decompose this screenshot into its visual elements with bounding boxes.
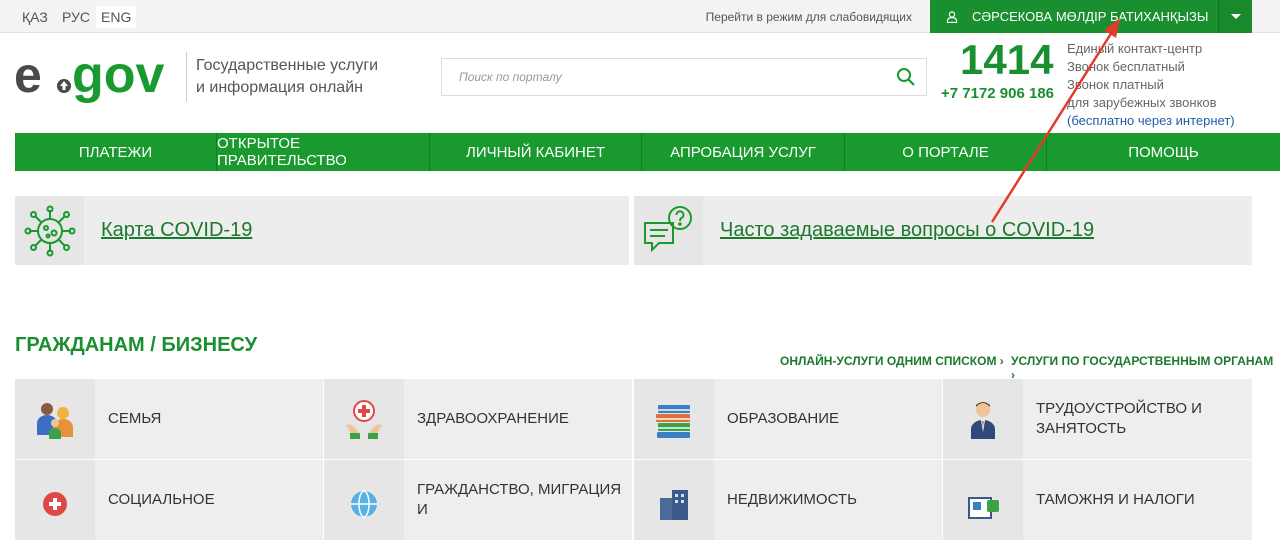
annotation-arrow: [990, 18, 1120, 223]
